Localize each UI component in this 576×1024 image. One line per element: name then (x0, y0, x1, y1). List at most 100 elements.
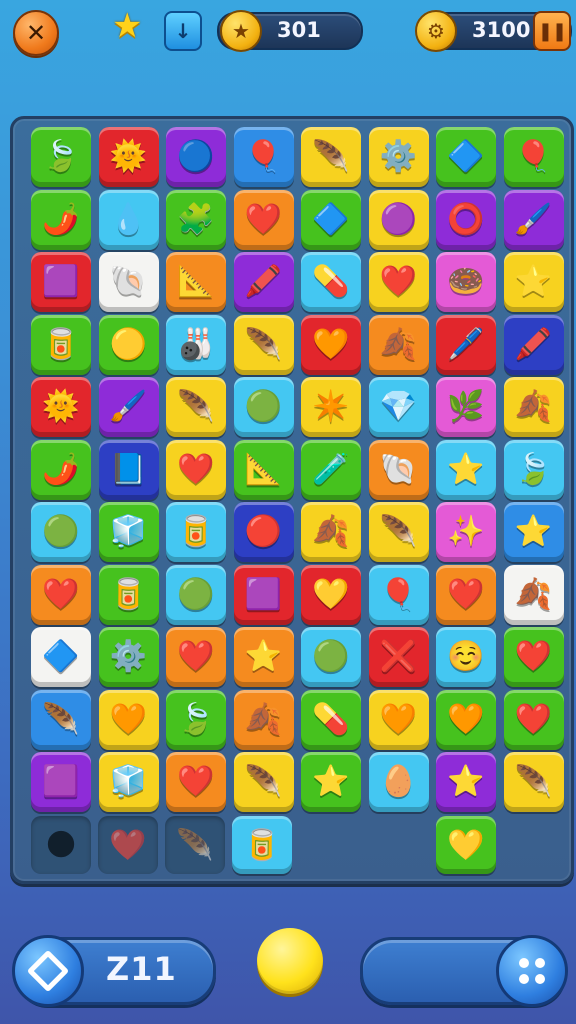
tile-orange[interactable]: ❤️ (233, 189, 294, 250)
tile-orange[interactable]: ❤️ (31, 564, 91, 625)
tile-green[interactable]: 🔷 (436, 127, 496, 187)
tile-navy[interactable]: 🔴 (233, 502, 294, 562)
tile-yellow[interactable]: 🪶 (301, 127, 361, 187)
tile-green[interactable]: 🧩 (166, 189, 226, 250)
tile-green[interactable]: 🍃 (166, 689, 226, 750)
tile-cyan[interactable]: 🍃 (503, 439, 564, 500)
tile-pink[interactable]: ✨ (436, 502, 496, 562)
tile-green[interactable]: 🥫 (98, 564, 159, 625)
tile-cyan[interactable]: 💎 (368, 377, 429, 437)
tile-green[interactable]: 🧪 (301, 439, 361, 500)
tile-cyan[interactable]: 🎳 (166, 314, 226, 375)
tile-green[interactable]: ❤️ (503, 689, 564, 750)
tile-cyan[interactable]: 🟢 (233, 377, 294, 437)
tile-yellow[interactable]: ⚙️ (368, 127, 429, 187)
tray-slot[interactable]: 🥫 (232, 816, 292, 874)
tile-cyan[interactable]: 🟢 (31, 502, 91, 562)
tray-slot[interactable]: 🌑 (31, 816, 91, 874)
tile-yellow[interactable]: 🪶 (233, 752, 294, 812)
tile-yellow[interactable]: 🪶 (368, 502, 429, 562)
tray-slot[interactable]: 🪶 (165, 816, 225, 874)
tile-green[interactable]: 🌶️ (31, 439, 91, 500)
tile-green[interactable]: 🧊 (98, 502, 159, 562)
tile-yellow[interactable]: ❤️ (368, 252, 429, 312)
tile-orange[interactable]: 🍂 (233, 689, 294, 750)
tile-green[interactable]: ❤️ (503, 627, 564, 687)
tile-orange[interactable]: ❤️ (166, 752, 226, 812)
tile-red[interactable]: 🟪 (233, 564, 294, 625)
tray-slot[interactable]: ❤️ (98, 816, 158, 874)
tile-orange[interactable]: 📐 (166, 252, 226, 312)
tile-yellow[interactable]: 🧊 (98, 752, 159, 812)
tile-green[interactable]: 🥫 (31, 314, 91, 375)
tile-cyan[interactable]: 💊 (301, 252, 361, 312)
tile-red[interactable]: 🌞 (31, 377, 91, 437)
menu-button[interactable] (496, 935, 568, 1007)
tile-orange[interactable]: 🐚 (368, 439, 429, 500)
tile-green[interactable]: 🎈 (503, 127, 564, 187)
tile-green[interactable]: 🧡 (436, 689, 496, 750)
tile-red[interactable]: 🌞 (98, 127, 159, 187)
tile-white[interactable]: 🔷 (31, 627, 91, 687)
tile-cyan[interactable]: 💧 (98, 189, 159, 250)
tile-cyan[interactable]: 🥫 (166, 502, 226, 562)
tile-green[interactable]: 🌶️ (31, 189, 91, 250)
tile-white[interactable]: 🍂 (503, 564, 564, 625)
tile-red[interactable]: 🖊️ (436, 314, 496, 375)
tile-green[interactable]: 📐 (233, 439, 294, 500)
tile-blue[interactable]: 🎈 (233, 127, 294, 187)
tile-yellow[interactable]: 🟣 (368, 189, 429, 250)
tile-blue[interactable]: ⭐ (503, 502, 564, 562)
tile-yellow[interactable]: 🪶 (503, 752, 564, 812)
tile-white[interactable]: 🐚 (98, 252, 159, 312)
tile-pink[interactable]: 🌿 (436, 377, 496, 437)
tile-yellow[interactable]: ✴️ (301, 377, 361, 437)
tile-purple[interactable]: 🖌️ (503, 189, 564, 250)
tile-red[interactable]: 💛 (301, 564, 361, 625)
tile-cyan[interactable]: 🟢 (301, 627, 361, 687)
tile-yellow[interactable]: 🍂 (503, 377, 564, 437)
tile-purple[interactable]: 🟪 (31, 752, 91, 812)
tile-red[interactable]: 🟪 (31, 252, 91, 312)
tile-yellow[interactable]: 🪶 (233, 314, 294, 375)
tile-yellow[interactable]: 🍂 (301, 502, 361, 562)
tile-red[interactable]: ❌ (368, 627, 429, 687)
tile-yellow[interactable]: 🪶 (166, 377, 226, 437)
tile-green[interactable]: ⭐ (301, 752, 361, 812)
tile-purple[interactable]: 🔵 (166, 127, 226, 187)
tile-cyan[interactable]: ⭐ (436, 439, 496, 500)
tile-yellow[interactable]: ❤️ (166, 439, 226, 500)
diamond-button[interactable] (12, 935, 84, 1007)
tile-cyan[interactable]: 🎈 (368, 564, 429, 625)
tile-yellow[interactable]: 🧡 (98, 689, 159, 750)
tile-green[interactable]: 💊 (301, 689, 361, 750)
tile-navy[interactable]: 📘 (98, 439, 159, 500)
tile-purple[interactable]: ⭕ (436, 189, 496, 250)
pause-button[interactable]: ❚❚ (533, 11, 571, 51)
tile-green[interactable]: 🍃 (31, 127, 91, 187)
tile-pink[interactable]: 🍩 (436, 252, 496, 312)
tile-icon: 🍂 (312, 514, 350, 549)
tile-purple[interactable]: 🖌️ (98, 377, 159, 437)
close-button[interactable]: ✕ (13, 10, 59, 56)
tile-orange[interactable]: 🍂 (368, 314, 429, 375)
tile-green[interactable]: 🔷 (301, 189, 361, 250)
tile-purple[interactable]: 🖍️ (233, 252, 294, 312)
tile-cyan[interactable]: 🟢 (166, 564, 226, 625)
tile-green[interactable]: 🟡 (98, 314, 159, 375)
tile-orange[interactable]: ❤️ (436, 564, 496, 625)
tile-yellow[interactable]: 🧡 (368, 689, 429, 750)
tile-cyan[interactable]: ☺️ (436, 627, 496, 687)
tile-yellow[interactable]: ⭐ (503, 252, 564, 312)
tile-navy[interactable]: 🖍️ (503, 314, 564, 375)
tile-orange[interactable]: ❤️ (166, 627, 226, 687)
tile-cyan[interactable]: 🥚 (368, 752, 429, 812)
tile-orange[interactable]: ⭐ (233, 627, 294, 687)
coin-button[interactable] (257, 928, 323, 994)
tile-purple[interactable]: ⭐ (436, 752, 496, 812)
tile-red[interactable]: 🧡 (301, 314, 361, 375)
tray-slot[interactable]: 💛 (436, 816, 496, 874)
tile-blue[interactable]: 🪶 (31, 689, 91, 750)
tile-green[interactable]: ⚙️ (98, 627, 159, 687)
arrow-down-button[interactable]: ↓ (164, 11, 202, 51)
